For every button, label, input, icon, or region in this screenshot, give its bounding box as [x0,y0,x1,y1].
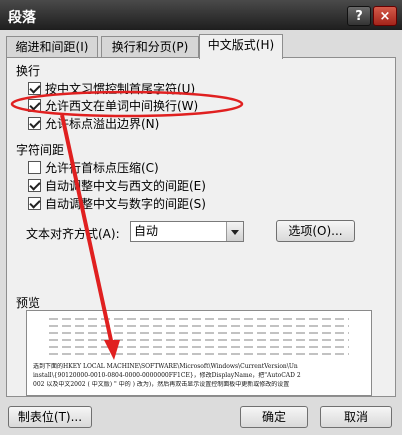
options-button[interactable]: 选项(O)... [276,220,355,242]
title-bar: 段落 ? × [0,0,402,30]
preview-placeholder-line [49,332,349,334]
checkbox-auto-space-digits[interactable] [28,196,41,210]
preview-placeholder-line [49,339,349,341]
help-button[interactable]: ? [347,6,371,26]
tab-line-page-breaks[interactable]: 换行和分页(P) [101,36,199,58]
option-chinese-line-control-label: 按中文习惯控制首尾字符(U) [45,81,196,96]
option-compress-punctuation-label: 允许行首标点压缩(C) [45,160,159,175]
option-chinese-line-control[interactable]: 按中文习惯控制首尾字符(U) [28,80,195,96]
option-auto-space-latin-label: 自动调整中文与西文的间距(E) [45,178,206,193]
option-allow-word-break[interactable]: 允许西文在单词中间换行(W) [28,97,198,113]
chevron-down-icon[interactable] [226,222,243,241]
option-hanging-punctuation-label: 允许标点溢出边界(N) [45,116,160,131]
tabs-button[interactable]: 制表位(T)... [8,406,92,428]
checkbox-allow-word-break[interactable] [28,98,41,112]
close-button[interactable]: × [373,6,397,26]
text-align-value: 自动 [134,224,159,238]
option-auto-space-digits[interactable]: 自动调整中文与数字的间距(S) [28,195,206,211]
preview-placeholder-line [49,318,349,320]
cancel-button[interactable]: 取消 [320,406,392,428]
preview-placeholder-line [49,353,349,355]
preview-sample-line: 002 以及中文2002 ( 中文版) " 中的 ) 改为)，然后再双击显示设置… [33,381,290,388]
text-align-label: 文本对齐方式(A): [26,227,120,241]
preview-placeholder-line [49,325,349,327]
option-allow-word-break-label: 允许西文在单词中间换行(W) [45,98,199,113]
preview-group-label: 预览 [16,296,41,310]
preview-box: 选到下面的HKEY LOCAL MACHINE\SOFTWARE\Microso… [26,310,372,396]
option-hanging-punctuation[interactable]: 允许标点溢出边界(N) [28,115,159,131]
option-compress-punctuation[interactable]: 允许行首标点压缩(C) [28,159,159,175]
line-break-group-label: 换行 [16,64,41,78]
preview-placeholder-line [49,346,349,348]
checkbox-chinese-line-control[interactable] [28,81,41,95]
checkbox-compress-punctuation[interactable] [28,160,41,174]
paragraph-dialog: 段落 ? × 缩进和间距(I) 换行和分页(P) 中文版式(H) 换行 按中文习… [0,0,402,435]
option-auto-space-digits-label: 自动调整中文与数字的间距(S) [45,196,206,211]
dialog-title: 段落 [8,10,36,26]
tab-asian-typography[interactable]: 中文版式(H) [199,34,283,59]
preview-sample-line: install\{90120000-0010-0804-0000-0000000… [33,372,301,379]
ok-button[interactable]: 确定 [240,406,308,428]
text-align-select[interactable]: 自动 [130,221,244,242]
preview-sample-line: 选到下面的HKEY LOCAL MACHINE\SOFTWARE\Microso… [33,363,298,370]
option-auto-space-latin[interactable]: 自动调整中文与西文的间距(E) [28,177,206,193]
checkbox-hanging-punctuation[interactable] [28,116,41,130]
char-spacing-group-label: 字符间距 [16,143,65,157]
checkbox-auto-space-latin[interactable] [28,178,41,192]
tab-indent-spacing[interactable]: 缩进和间距(I) [6,36,98,58]
